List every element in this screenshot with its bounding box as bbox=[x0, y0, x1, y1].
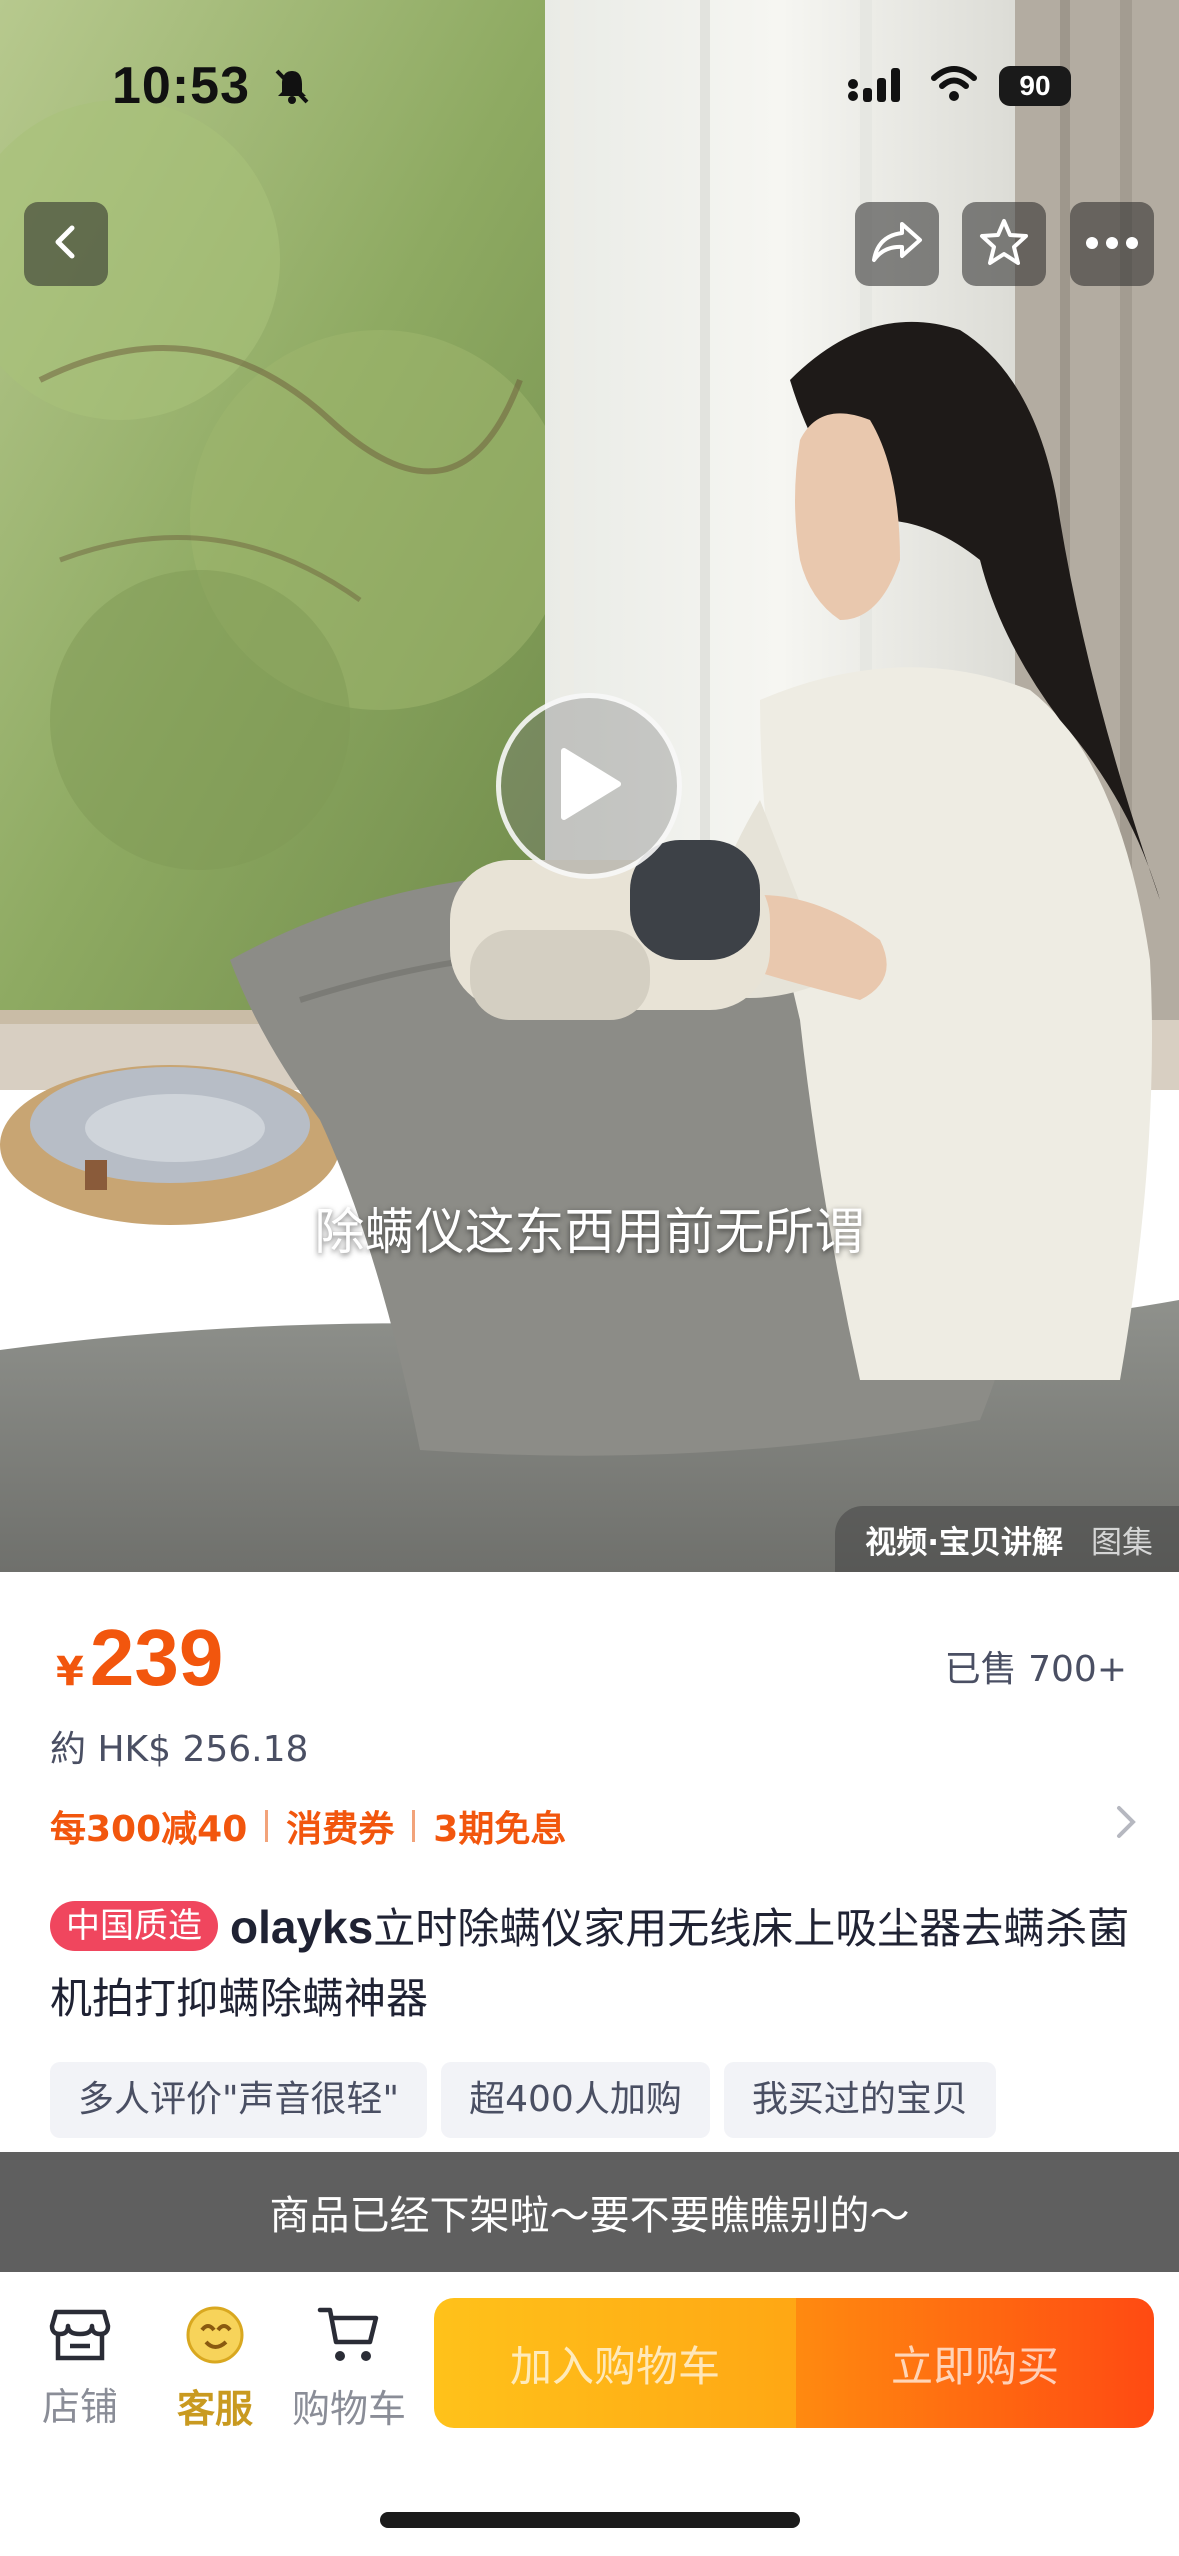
made-in-china-badge: 中国质造 bbox=[50, 1901, 218, 1951]
status-bar: 10:53 90 bbox=[0, 0, 1179, 160]
share-button[interactable] bbox=[855, 202, 939, 286]
video-subtitle: 除螨仪这东西用前无所谓 bbox=[314, 1203, 865, 1261]
chip-purchased[interactable]: 我买过的宝贝 bbox=[723, 2062, 996, 2138]
home-indicator[interactable] bbox=[380, 2512, 800, 2528]
favorite-button[interactable] bbox=[962, 202, 1046, 286]
service-label: 客服 bbox=[176, 2387, 253, 2431]
star-icon bbox=[978, 217, 1030, 271]
more-button[interactable] bbox=[1070, 202, 1154, 286]
more-icon bbox=[1085, 235, 1139, 254]
price-row: ¥ 239 bbox=[56, 1612, 223, 1704]
promo-divider bbox=[412, 1810, 416, 1842]
product-brand: olayks bbox=[230, 1901, 374, 1953]
product-media[interactable]: 10:53 90 除螨仪这东西用前无所谓 视频·宝贝讲解 图集 bbox=[0, 0, 1179, 1572]
chevron-right-icon bbox=[1113, 1804, 1139, 1849]
play-video-button[interactable] bbox=[496, 693, 682, 879]
promo-row[interactable]: 每300减40 消费券 3期免息 bbox=[50, 1800, 1139, 1852]
off-shelf-banner: 商品已经下架啦～要不要瞧瞧别的～ bbox=[0, 2152, 1179, 2272]
product-title: 中国质造 olayks立时除螨仪家用无线床上吸尘器去螨杀菌机拍打抑螨除螨神器 bbox=[50, 1892, 1135, 2034]
highlight-chips: 多人评价"声音很轻" 超400人加购 我买过的宝贝 bbox=[50, 2062, 996, 2138]
signal-icon bbox=[847, 66, 909, 106]
cart-label: 购物车 bbox=[291, 2387, 406, 2431]
battery-indicator: 90 bbox=[999, 66, 1071, 106]
chip-reviews[interactable]: 多人评价"声音很轻" bbox=[50, 2062, 428, 2138]
store-icon bbox=[48, 2304, 112, 2368]
muted-bell-icon bbox=[272, 66, 312, 110]
customer-service-button[interactable]: 客服 bbox=[155, 2304, 275, 2433]
promo-installment: 3期免息 bbox=[433, 1809, 567, 1850]
back-icon bbox=[46, 222, 86, 266]
buy-now-button[interactable]: 立即购买 bbox=[796, 2298, 1154, 2428]
tab-gallery[interactable]: 图集 bbox=[1091, 1517, 1153, 1562]
chip-carted[interactable]: 超400人加购 bbox=[441, 2062, 710, 2138]
add-to-cart-button[interactable]: 加入购物车 bbox=[434, 2298, 796, 2428]
price-amount: 239 bbox=[89, 1613, 224, 1702]
promo-coupon: 消费券 bbox=[286, 1809, 395, 1850]
promo-discount: 每300减40 bbox=[50, 1809, 248, 1850]
play-icon bbox=[554, 745, 624, 827]
store-label: 店铺 bbox=[41, 2385, 118, 2429]
store-button[interactable]: 店铺 bbox=[20, 2304, 140, 2431]
service-icon bbox=[182, 2304, 248, 2370]
status-indicators: 90 bbox=[847, 66, 1071, 106]
wifi-icon bbox=[931, 66, 977, 106]
cart-button[interactable]: 购物车 bbox=[290, 2304, 408, 2433]
hk-price: 約 HK$ 256.18 bbox=[50, 1729, 309, 1770]
status-time: 10:53 bbox=[112, 57, 250, 115]
sold-count: 已售 700+ bbox=[944, 1649, 1127, 1690]
product-info: ¥ 239 已售 700+ 約 HK$ 256.18 每300减40 消费券 3… bbox=[0, 1572, 1179, 2152]
promo-divider bbox=[265, 1810, 269, 1842]
share-icon bbox=[870, 220, 924, 268]
cart-icon bbox=[316, 2304, 382, 2370]
back-button[interactable] bbox=[24, 202, 108, 286]
price-currency: ¥ bbox=[56, 1649, 84, 1695]
media-tabs: 视频·宝贝讲解 图集 bbox=[835, 1506, 1179, 1572]
tab-video[interactable]: 视频·宝贝讲解 bbox=[865, 1517, 1063, 1562]
